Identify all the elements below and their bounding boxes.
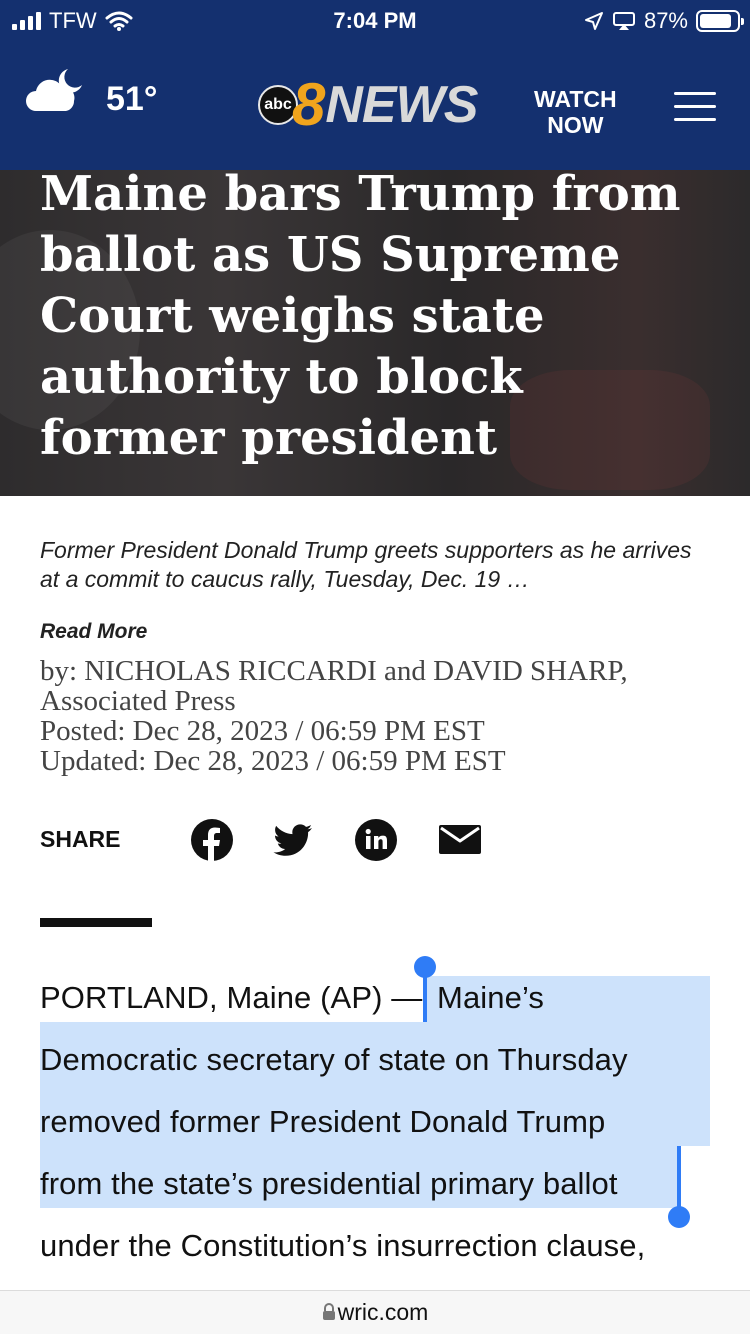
facebook-icon[interactable] bbox=[190, 818, 234, 862]
share-label: SHARE bbox=[40, 826, 121, 852]
airplay-icon bbox=[612, 12, 635, 30]
battery-level bbox=[700, 14, 732, 28]
article-headline: Maine bars Trump from ballot as US Supre… bbox=[40, 170, 681, 466]
article-body-line[interactable]: from the state’s presidential primary ba… bbox=[40, 1166, 618, 1202]
watch-now-line2: NOW bbox=[547, 112, 604, 138]
logo-news: NEWS bbox=[325, 76, 478, 134]
temperature: 51° bbox=[106, 80, 158, 118]
hamburger-menu-icon[interactable] bbox=[674, 92, 716, 131]
linkedin-icon[interactable] bbox=[354, 818, 398, 862]
article-body-line[interactable]: under the Constitution’s insurrection cl… bbox=[40, 1228, 645, 1264]
byline-source: Associated Press bbox=[40, 685, 236, 717]
body-text: PORTLAND, Maine (AP) — bbox=[40, 980, 432, 1015]
url-display[interactable]: wric.com bbox=[0, 1299, 750, 1326]
weather-widget[interactable]: 51° bbox=[24, 62, 157, 119]
posted-date: Posted: Dec 28, 2023 / 06:59 PM EST bbox=[40, 715, 485, 747]
station-logo[interactable]: abc 8 NEWS bbox=[258, 71, 478, 138]
battery-icon bbox=[696, 10, 744, 32]
url-text: wric.com bbox=[337, 1299, 429, 1325]
article-byline: by: NICHOLAS RICCARDI and DAVID SHARP, A… bbox=[40, 656, 720, 776]
article-body-line[interactable]: PORTLAND, Maine (AP) — Maine’s bbox=[40, 980, 544, 1016]
article-body-line[interactable]: Democratic secretary of state on Thursda… bbox=[40, 1042, 628, 1078]
updated-date: Updated: Dec 28, 2023 / 06:59 PM EST bbox=[40, 745, 506, 777]
read-more-link[interactable]: Read More bbox=[40, 620, 147, 644]
selection-end-cursor bbox=[677, 1146, 681, 1208]
browser-url-bar[interactable]: wric.com bbox=[0, 1290, 750, 1334]
selection-end-handle[interactable] bbox=[668, 1206, 690, 1228]
byline-authors: by: NICHOLAS RICCARDI and DAVID SHARP, bbox=[40, 655, 628, 687]
lock-icon bbox=[322, 1303, 335, 1320]
twitter-icon[interactable] bbox=[272, 818, 316, 862]
location-icon bbox=[584, 12, 603, 30]
selected-text: Maine’s bbox=[437, 980, 545, 1015]
image-caption: Former President Donald Trump greets sup… bbox=[40, 537, 692, 592]
hero-image: Maine bars Trump from ballot as US Supre… bbox=[0, 170, 750, 496]
cloudy-night-icon bbox=[26, 68, 82, 111]
status-bar: TFW 7:04 PM 87% bbox=[0, 0, 750, 40]
battery-percent: 87% bbox=[643, 8, 688, 33]
section-divider bbox=[40, 918, 152, 927]
email-icon[interactable] bbox=[438, 818, 482, 862]
article-body-line[interactable]: removed former President Donald Trump bbox=[40, 1104, 605, 1140]
share-bar: SHARE bbox=[40, 818, 710, 864]
status-right: 87% bbox=[584, 8, 744, 34]
logo-number: 8 bbox=[292, 71, 326, 138]
app-header: 51° abc 8 NEWS WATCH NOW bbox=[0, 40, 750, 170]
watch-now-line1: WATCH bbox=[534, 86, 617, 112]
watch-now-button[interactable]: WATCH NOW bbox=[534, 86, 617, 138]
selection-start-cursor bbox=[423, 972, 427, 1022]
